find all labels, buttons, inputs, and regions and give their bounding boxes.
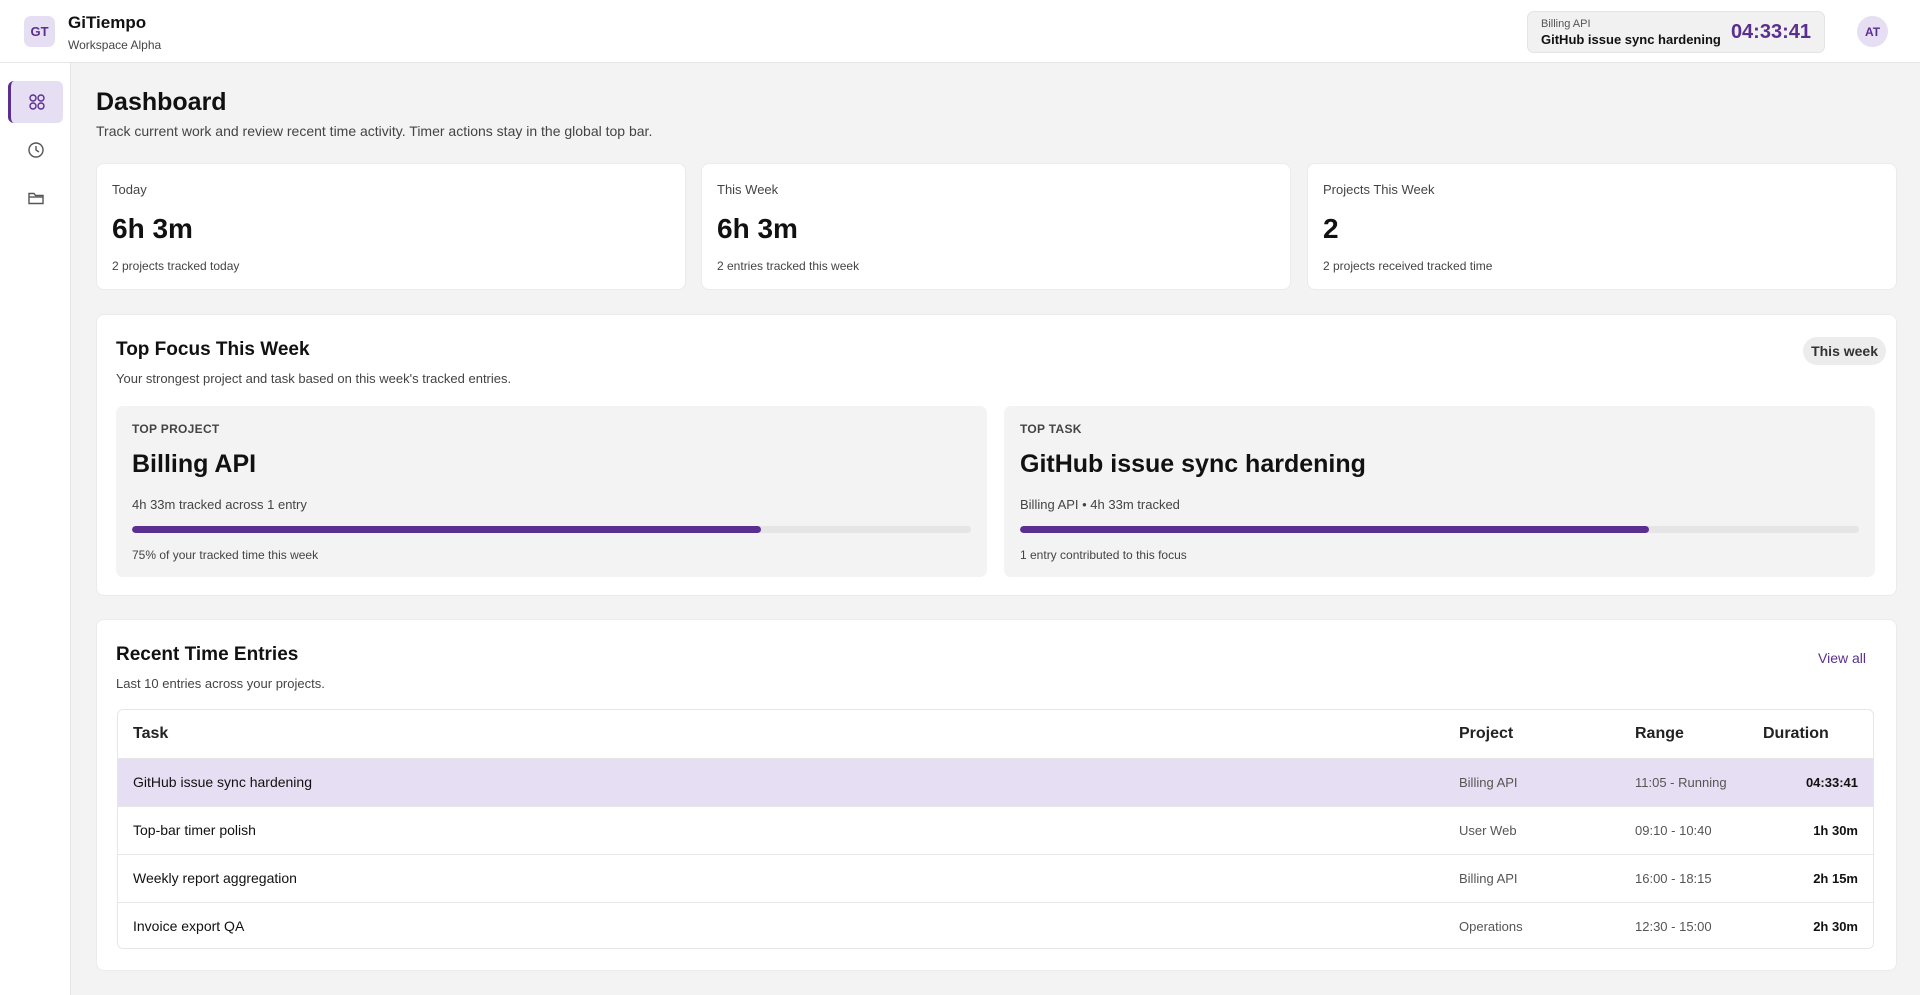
stat-card-projects: Projects This Week 2 2 projects received… xyxy=(1307,163,1897,290)
focus-footnote: 1 entry contributed to this focus xyxy=(1020,548,1187,562)
stat-label: Projects This Week xyxy=(1323,182,1435,197)
stat-card-today: Today 6h 3m 2 projects tracked today xyxy=(96,163,686,290)
stat-value: 6h 3m xyxy=(717,213,798,244)
focus-meta: 4h 33m tracked across 1 entry xyxy=(132,497,307,512)
top-task-panel[interactable]: TOP TASK GitHub issue sync hardening Bil… xyxy=(1004,406,1875,577)
progress-bar xyxy=(1020,526,1859,533)
sidebar-item-projects[interactable] xyxy=(8,177,63,219)
top-bar: GT GiTiempo Workspace Alpha Billing API … xyxy=(0,0,1920,63)
sidebar-item-dashboard[interactable] xyxy=(8,81,63,123)
cell-duration: 2h 15m xyxy=(1813,871,1858,886)
table-row[interactable]: Top-bar timer polish User Web 09:10 - 10… xyxy=(118,806,1873,854)
cell-project: Billing API xyxy=(1459,871,1518,886)
focus-footnote: 75% of your tracked time this week xyxy=(132,548,319,562)
cell-duration: 04:33:41 xyxy=(1805,775,1858,790)
stat-label: Today xyxy=(112,182,147,197)
stat-card-week: This Week 6h 3m 2 entries tracked this w… xyxy=(701,163,1291,290)
period-pill[interactable]: This week xyxy=(1803,337,1886,365)
timer-task: GitHub issue sync hardening xyxy=(1541,32,1721,47)
page-subtitle: Track current work and review recent tim… xyxy=(96,123,653,139)
table-header: Task Project Range Duration xyxy=(118,710,1873,758)
entries-table: Task Project Range Duration GitHub issue… xyxy=(117,709,1874,949)
cell-task: GitHub issue sync hardening xyxy=(133,774,312,790)
dashboard-icon xyxy=(29,94,45,110)
table-row[interactable]: Invoice export QA Operations 12:30 - 15:… xyxy=(118,902,1873,948)
top-focus-card: Top Focus This Week Your strongest proje… xyxy=(96,314,1897,596)
cell-project: User Web xyxy=(1459,823,1517,838)
cell-range: 16:00 - 18:15 xyxy=(1635,871,1712,886)
cell-range: 09:10 - 10:40 xyxy=(1635,823,1712,838)
stat-sub: 2 entries tracked this week xyxy=(717,259,860,273)
top-project-panel[interactable]: TOP PROJECT Billing API 4h 33m tracked a… xyxy=(116,406,987,577)
user-avatar[interactable]: AT xyxy=(1857,16,1888,47)
cell-duration: 1h 30m xyxy=(1813,823,1858,838)
column-header-project[interactable]: Project xyxy=(1459,725,1513,743)
table-row[interactable]: GitHub issue sync hardening Billing API … xyxy=(118,758,1873,806)
page-title: Dashboard xyxy=(96,88,227,116)
sidebar-item-time[interactable] xyxy=(8,129,63,171)
section-subtitle: Last 10 entries across your projects. xyxy=(116,676,325,691)
stat-sub: 2 projects received tracked time xyxy=(1323,259,1493,273)
cell-project: Operations xyxy=(1459,919,1523,934)
running-timer-widget[interactable]: Billing API GitHub issue sync hardening … xyxy=(1527,11,1825,53)
stat-value: 2 xyxy=(1323,213,1339,244)
cell-task: Weekly report aggregation xyxy=(133,870,297,886)
focus-kicker: TOP PROJECT xyxy=(132,422,220,436)
progress-fill xyxy=(1020,526,1650,533)
timer-elapsed: 04:33:41 xyxy=(1730,21,1811,43)
timer-project: Billing API xyxy=(1541,18,1591,30)
table-row[interactable]: Weekly report aggregation Billing API 16… xyxy=(118,854,1873,902)
section-title: Top Focus This Week xyxy=(116,339,310,360)
stat-label: This Week xyxy=(717,182,779,197)
focus-kicker: TOP TASK xyxy=(1020,422,1082,436)
stat-sub: 2 projects tracked today xyxy=(112,259,240,273)
cell-duration: 2h 30m xyxy=(1813,919,1858,934)
progress-bar xyxy=(132,526,971,533)
section-title: Recent Time Entries xyxy=(116,644,299,665)
cell-project: Billing API xyxy=(1459,775,1518,790)
folder-icon xyxy=(27,192,44,205)
progress-fill xyxy=(132,526,762,533)
view-all-link[interactable]: View all xyxy=(1818,650,1866,666)
column-header-task[interactable]: Task xyxy=(133,725,168,743)
clock-icon xyxy=(27,142,44,158)
sidebar xyxy=(0,63,71,995)
section-subtitle: Your strongest project and task based on… xyxy=(116,371,512,386)
recent-entries-card: Recent Time Entries Last 10 entries acro… xyxy=(96,619,1897,971)
cell-task: Top-bar timer polish xyxy=(133,822,256,838)
focus-name: Billing API xyxy=(132,450,257,478)
column-header-range[interactable]: Range xyxy=(1635,725,1684,743)
focus-meta: Billing API • 4h 33m tracked xyxy=(1020,497,1180,512)
app-name: GiTiempo xyxy=(68,13,147,32)
app-logo[interactable]: GT xyxy=(24,16,55,47)
stat-value: 6h 3m xyxy=(112,213,193,244)
cell-task: Invoice export QA xyxy=(133,918,245,934)
column-header-duration[interactable]: Duration xyxy=(1763,725,1829,743)
focus-name: GitHub issue sync hardening xyxy=(1020,450,1366,478)
cell-range: 11:05 - Running xyxy=(1635,775,1727,790)
cell-range: 12:30 - 15:00 xyxy=(1635,919,1712,934)
workspace-name[interactable]: Workspace Alpha xyxy=(68,38,161,52)
